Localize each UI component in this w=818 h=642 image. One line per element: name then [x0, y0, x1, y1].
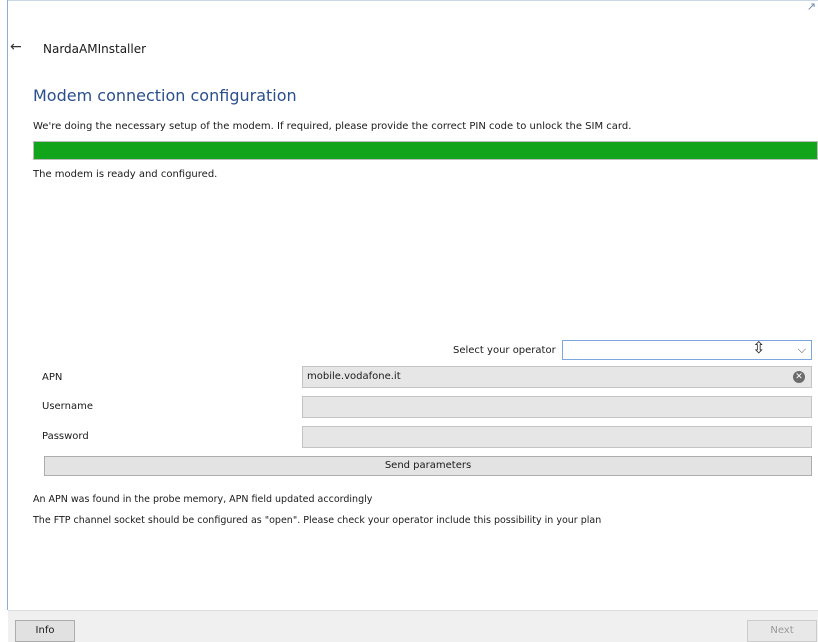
apn-found-message: An APN was found in the probe memory, AP… — [33, 494, 373, 505]
footer-bar: Info Next — [8, 610, 818, 642]
username-field[interactable] — [302, 396, 812, 418]
progress-fill — [34, 142, 817, 159]
window-top-border — [7, 0, 818, 1]
send-parameters-button[interactable]: Send parameters — [44, 456, 812, 476]
clear-icon[interactable]: ✕ — [793, 371, 805, 383]
app-title: NardaAMInstaller — [43, 42, 147, 56]
password-label: Password — [42, 431, 89, 442]
chevron-down-icon[interactable]: ⌵ — [798, 343, 806, 357]
window-left-border — [7, 0, 8, 610]
intro-text: We're doing the necessary setup of the m… — [33, 121, 632, 132]
setup-progress-bar — [33, 141, 818, 160]
status-text: The modem is ready and configured. — [33, 169, 218, 180]
apn-field[interactable]: mobile.vodafone.it ✕ — [302, 366, 812, 388]
page-heading: Modem connection configuration — [33, 86, 297, 105]
password-field[interactable] — [302, 426, 812, 448]
ftp-channel-message: The FTP channel socket should be configu… — [33, 515, 602, 526]
username-label: Username — [42, 401, 93, 412]
operator-select[interactable]: ⌵ — [562, 340, 812, 360]
resize-corner-icon: ↗ — [806, 0, 816, 13]
resize-cursor-icon: ⇳ — [752, 338, 766, 357]
next-button[interactable]: Next — [747, 620, 817, 642]
apn-value: mobile.vodafone.it — [307, 371, 401, 382]
back-arrow-icon[interactable]: ← — [10, 40, 22, 54]
info-button[interactable]: Info — [15, 620, 75, 642]
apn-label: APN — [42, 372, 63, 383]
operator-label: Select your operator — [453, 345, 556, 356]
